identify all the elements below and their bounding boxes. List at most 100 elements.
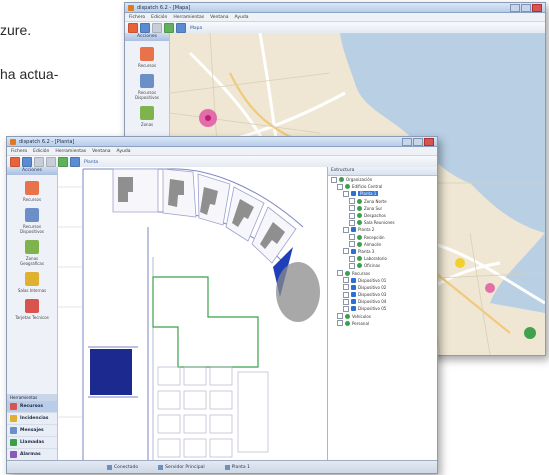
menu-herramientas[interactable]: Herramientas — [173, 15, 204, 20]
tree-node[interactable]: Dispositivo 03 — [328, 291, 437, 298]
map-side-button-dispositivos[interactable]: Recursos Dispositivos — [129, 74, 165, 100]
zoom-icon[interactable] — [176, 23, 186, 33]
selected-room[interactable] — [90, 349, 132, 395]
new-icon[interactable] — [10, 157, 20, 167]
new-icon[interactable] — [128, 23, 138, 33]
zoom-icon[interactable] — [70, 157, 80, 167]
incident-marker-core — [205, 115, 211, 121]
tree-node[interactable]: Zona Sur — [328, 205, 437, 212]
structure-tree[interactable]: Estructura Organización Edificio Central P… — [328, 167, 437, 461]
menu-ayuda[interactable]: Ayuda — [117, 149, 131, 154]
tree-node[interactable]: Vehículos — [328, 313, 437, 320]
minimize-button[interactable] — [510, 3, 520, 12]
expand-toggle-icon[interactable] — [337, 320, 343, 327]
expand-toggle-icon[interactable] — [337, 183, 343, 190]
menu-ventana[interactable]: Ventana — [210, 15, 228, 20]
expand-toggle-icon[interactable] — [349, 212, 355, 219]
expand-toggle-icon[interactable] — [349, 241, 355, 248]
expand-toggle-icon[interactable] — [349, 205, 355, 212]
expand-toggle-icon[interactable] — [349, 198, 355, 205]
tree-node[interactable]: Dispositivo 02 — [328, 284, 437, 291]
open-icon[interactable] — [140, 23, 150, 33]
resource-marker-green[interactable] — [524, 327, 536, 339]
map-toolbar-label[interactable]: Mapa — [190, 26, 202, 31]
tree-node-icon — [357, 241, 362, 247]
expand-toggle-icon[interactable] — [349, 255, 355, 262]
tree-node[interactable]: Sala Reuniones — [328, 219, 437, 226]
expand-toggle-icon[interactable] — [349, 234, 355, 241]
menu-ayuda[interactable]: Ayuda — [235, 15, 249, 20]
expand-toggle-icon[interactable] — [343, 226, 349, 233]
tree-node[interactable]: Dispositivo 01 — [328, 277, 437, 284]
tree-node[interactable]: Laboratorio — [328, 255, 437, 262]
expand-toggle-icon[interactable] — [337, 313, 343, 320]
map-side-button-zonas[interactable]: Zonas — [129, 106, 165, 127]
tree-node[interactable]: Zona Norte — [328, 198, 437, 205]
tree-node[interactable]: Personal — [328, 320, 437, 327]
expand-toggle-icon[interactable] — [343, 305, 349, 312]
tree-node-label: Recursos — [352, 270, 371, 276]
maximize-button[interactable] — [521, 3, 531, 12]
floorplan-toolbar-label[interactable]: Planta — [84, 160, 98, 165]
close-button[interactable] — [532, 3, 542, 12]
tree-node[interactable]: Oficinas — [328, 262, 437, 269]
expand-toggle-icon[interactable] — [343, 248, 349, 255]
tree-node[interactable]: Dispositivo 04 — [328, 298, 437, 305]
background-text-line-2: ha actua- — [0, 66, 59, 82]
status-icon — [224, 464, 230, 470]
map-menubar: Fichero Edición Herramientas Ventana Ayu… — [125, 13, 545, 22]
nav-item-llamadas[interactable]: Llamadas — [7, 437, 57, 449]
side-button-dispositivos[interactable]: Recursos Dispositivos — [14, 208, 50, 234]
nav-item-recursos[interactable]: Recursos — [7, 401, 57, 413]
floorplan-window-titlebar[interactable]: dispatch 6.2 - [Planta] — [7, 137, 437, 147]
expand-toggle-icon[interactable] — [349, 219, 355, 226]
menu-fichero[interactable]: Fichero — [129, 15, 145, 20]
tree-node[interactable]: Recepción — [328, 234, 437, 241]
tree-node[interactable]: Organización — [328, 176, 437, 183]
floor-plan[interactable] — [58, 167, 328, 461]
maximize-button[interactable] — [413, 137, 423, 146]
nav-item-incidencias[interactable]: Incidencias — [7, 413, 57, 425]
side-button-zonas[interactable]: Zonas Geograficas — [14, 240, 50, 266]
expand-toggle-icon[interactable] — [337, 270, 343, 277]
map-window-titlebar[interactable]: dispatch 6.2 - [Mapa] — [125, 3, 545, 13]
menu-edicion[interactable]: Edición — [151, 15, 167, 20]
close-button[interactable] — [424, 137, 434, 146]
minimize-button[interactable] — [402, 137, 412, 146]
tree-node[interactable]: Planta 3 — [328, 248, 437, 255]
expand-toggle-icon[interactable] — [343, 291, 349, 298]
map-side-button-recursos[interactable]: Recursos — [129, 47, 165, 68]
menu-herramientas[interactable]: Herramientas — [55, 149, 86, 154]
expand-toggle-icon[interactable] — [343, 284, 349, 291]
resource-marker-yellow[interactable] — [455, 258, 465, 268]
side-button-salas[interactable]: Salas Internas — [14, 272, 50, 293]
expand-toggle-icon[interactable] — [343, 277, 349, 284]
status-icon — [107, 464, 112, 470]
side-button-recursos[interactable]: Recursos — [14, 181, 50, 202]
print-icon[interactable] — [46, 157, 56, 167]
expand-toggle-icon[interactable] — [349, 262, 355, 269]
expand-toggle-icon[interactable] — [343, 298, 349, 305]
open-icon[interactable] — [22, 157, 32, 167]
nav-item-mensajes[interactable]: Mensajes — [7, 425, 57, 437]
expand-toggle-icon[interactable] — [331, 176, 337, 183]
refresh-icon[interactable] — [164, 23, 174, 33]
nav-item-icon — [10, 403, 17, 410]
tree-node[interactable]: Almacén — [328, 241, 437, 248]
floor-plan-canvas[interactable] — [58, 167, 327, 461]
tree-node[interactable]: Planta 2 — [328, 226, 437, 233]
resource-marker-pink[interactable] — [485, 283, 495, 293]
refresh-icon[interactable] — [58, 157, 68, 167]
menu-fichero[interactable]: Fichero — [11, 149, 27, 154]
tree-node[interactable]: Planta 1 — [328, 190, 437, 197]
tree-node[interactable]: Dispositivo 05 — [328, 305, 437, 312]
save-icon[interactable] — [34, 157, 44, 167]
tree-node[interactable]: Edificio Central — [328, 183, 437, 190]
tree-node[interactable]: Recursos — [328, 269, 437, 277]
save-icon[interactable] — [152, 23, 162, 33]
side-button-tarjetas[interactable]: Tarjetas Tecnicos — [14, 299, 50, 320]
tree-node[interactable]: Despachos — [328, 212, 437, 219]
expand-toggle-icon[interactable] — [343, 190, 349, 197]
menu-edicion[interactable]: Edición — [33, 149, 49, 154]
menu-ventana[interactable]: Ventana — [92, 149, 110, 154]
